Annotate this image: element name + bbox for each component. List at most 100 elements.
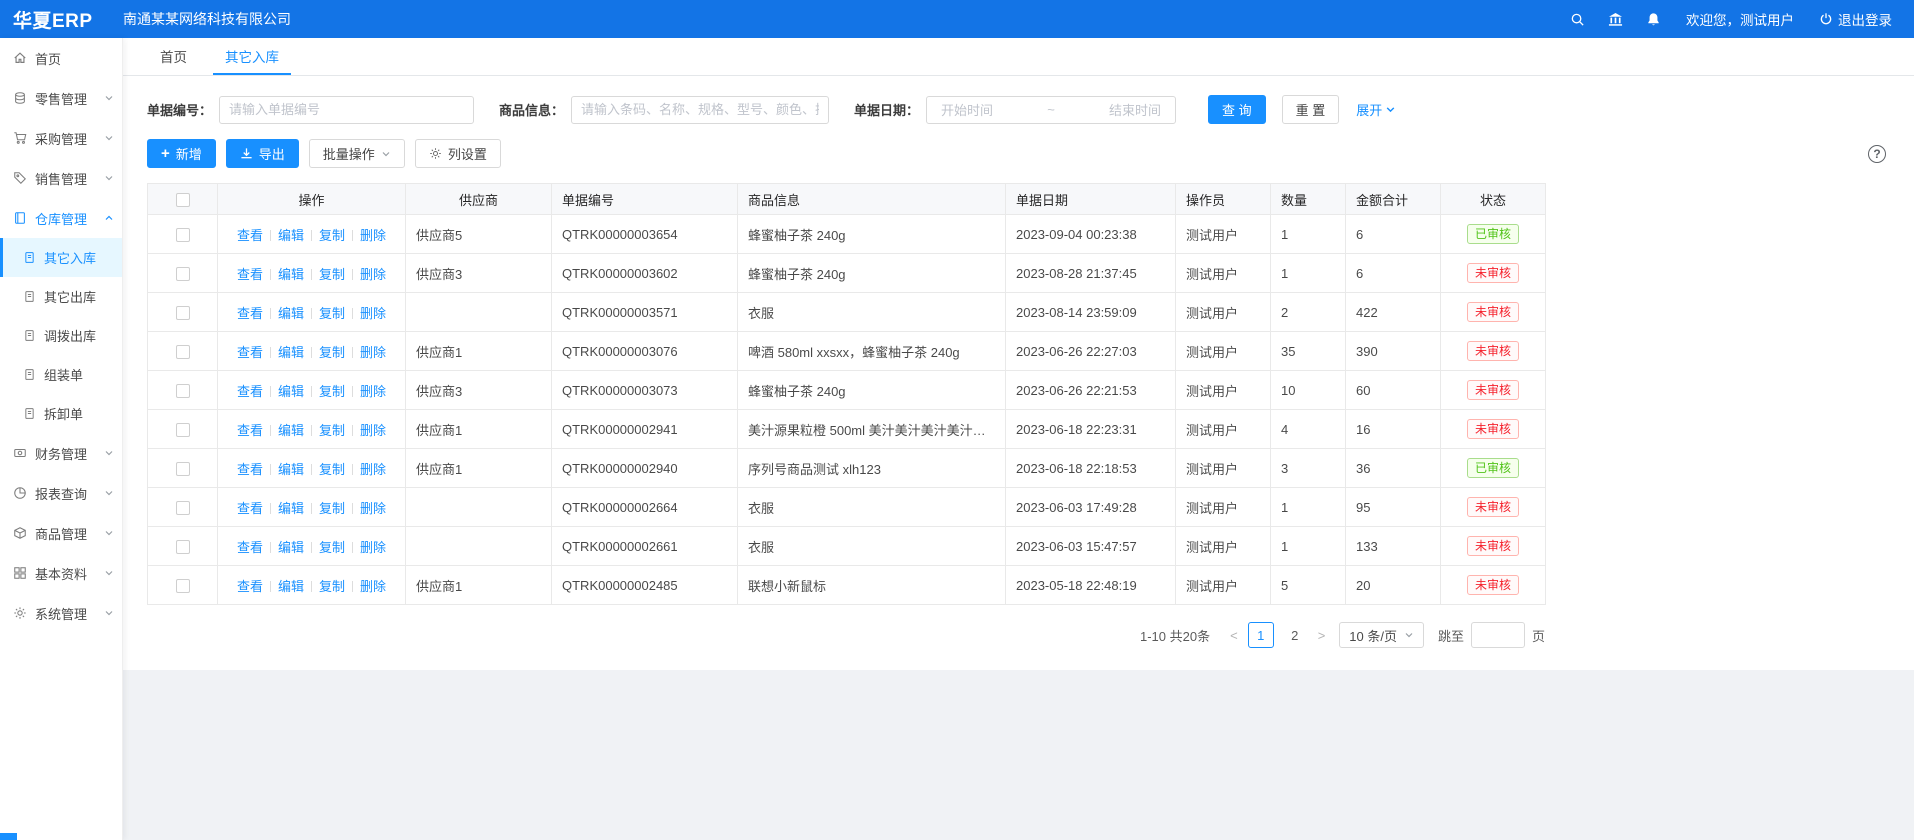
row-action-view[interactable]: 查看 — [237, 345, 263, 360]
sidebar-item-finance[interactable]: 财务管理 — [0, 433, 122, 473]
product-info-input[interactable] — [571, 96, 829, 124]
sidebar-item-system[interactable]: 系统管理 — [0, 593, 122, 633]
sidebar-item-home[interactable]: 首页 — [0, 38, 122, 78]
row-action-edit[interactable]: 编辑 — [278, 306, 304, 321]
sidebar-subitem-other-inbound[interactable]: 其它入库 — [0, 238, 122, 277]
page-1-button[interactable]: 1 — [1248, 622, 1274, 648]
row-action-edit[interactable]: 编辑 — [278, 384, 304, 399]
bell-icon[interactable] — [1646, 12, 1661, 27]
date-range-picker[interactable]: 开始时间 ~ 结束时间 — [926, 96, 1176, 124]
sidebar-item-products[interactable]: 商品管理 — [0, 513, 122, 553]
row-action-delete[interactable]: 删除 — [360, 462, 386, 477]
search-button[interactable]: 查 询 — [1208, 95, 1266, 124]
row-action-edit[interactable]: 编辑 — [278, 462, 304, 477]
reset-button[interactable]: 重 置 — [1282, 95, 1340, 124]
jump-page-input[interactable] — [1471, 622, 1525, 648]
row-action-copy[interactable]: 复制 — [319, 540, 345, 555]
row-action-view[interactable]: 查看 — [237, 579, 263, 594]
row-action-edit[interactable]: 编辑 — [278, 228, 304, 243]
row-checkbox[interactable] — [176, 267, 190, 281]
page-size-select[interactable]: 10 条/页 — [1339, 622, 1424, 648]
sidebar-subitem-disassembly[interactable]: 拆卸单 — [0, 394, 122, 433]
cell-status: 未审核 — [1441, 488, 1546, 527]
row-action-delete[interactable]: 删除 — [360, 228, 386, 243]
row-action-view[interactable]: 查看 — [237, 228, 263, 243]
page-background — [123, 670, 1914, 840]
row-checkbox[interactable] — [176, 579, 190, 593]
cell-operator: 测试用户 — [1176, 566, 1271, 605]
row-action-edit[interactable]: 编辑 — [278, 501, 304, 516]
row-action-view[interactable]: 查看 — [237, 462, 263, 477]
next-page-button[interactable]: > — [1318, 628, 1326, 643]
row-action-copy[interactable]: 复制 — [319, 345, 345, 360]
search-icon[interactable] — [1570, 12, 1585, 27]
sidebar-item-sales[interactable]: 销售管理 — [0, 158, 122, 198]
sidebar-subitem-transfer-out[interactable]: 调拨出库 — [0, 316, 122, 355]
sidebar-item-basic-data[interactable]: 基本资料 — [0, 553, 122, 593]
row-action-copy[interactable]: 复制 — [319, 267, 345, 282]
prev-page-button[interactable]: < — [1230, 628, 1238, 643]
action-divider — [270, 581, 271, 592]
row-action-copy[interactable]: 复制 — [319, 579, 345, 594]
row-action-copy[interactable]: 复制 — [319, 501, 345, 516]
help-icon[interactable]: ? — [1868, 145, 1886, 163]
row-checkbox[interactable] — [176, 501, 190, 515]
select-all-checkbox[interactable] — [176, 193, 190, 207]
row-checkbox[interactable] — [176, 540, 190, 554]
row-action-view[interactable]: 查看 — [237, 423, 263, 438]
row-action-delete[interactable]: 删除 — [360, 501, 386, 516]
add-button[interactable]: + 新增 — [147, 139, 216, 168]
export-button[interactable]: 导出 — [226, 139, 299, 168]
row-action-copy[interactable]: 复制 — [319, 384, 345, 399]
row-action-delete[interactable]: 删除 — [360, 345, 386, 360]
row-action-edit[interactable]: 编辑 — [278, 423, 304, 438]
cell-amount: 36 — [1346, 449, 1441, 488]
sidebar-item-purchase[interactable]: 采购管理 — [0, 118, 122, 158]
sidebar-subitem-other-outbound[interactable]: 其它出库 — [0, 277, 122, 316]
cell-doc-no: QTRK00000003073 — [552, 371, 738, 410]
sidebar-item-retail[interactable]: 零售管理 — [0, 78, 122, 118]
sidebar-subitem-assembly[interactable]: 组装单 — [0, 355, 122, 394]
row-checkbox[interactable] — [176, 423, 190, 437]
row-checkbox[interactable] — [176, 384, 190, 398]
row-action-edit[interactable]: 编辑 — [278, 579, 304, 594]
row-action-view[interactable]: 查看 — [237, 267, 263, 282]
doc-no-input[interactable] — [219, 96, 474, 124]
row-action-copy[interactable]: 复制 — [319, 228, 345, 243]
row-select-cell — [148, 254, 218, 293]
row-action-delete[interactable]: 删除 — [360, 384, 386, 399]
row-action-view[interactable]: 查看 — [237, 306, 263, 321]
batch-actions-button[interactable]: 批量操作 — [309, 139, 405, 168]
row-checkbox[interactable] — [176, 462, 190, 476]
row-action-delete[interactable]: 删除 — [360, 423, 386, 438]
row-action-copy[interactable]: 复制 — [319, 423, 345, 438]
logout-button[interactable]: 退出登录 — [1819, 9, 1892, 29]
page-2-button[interactable]: 2 — [1282, 622, 1308, 648]
row-action-edit[interactable]: 编辑 — [278, 345, 304, 360]
tab-other-inbound[interactable]: 其它入库 — [213, 38, 291, 75]
row-action-view[interactable]: 查看 — [237, 501, 263, 516]
expand-filters-link[interactable]: 展开 — [1356, 100, 1396, 119]
sidebar-item-warehouse[interactable]: 仓库管理 — [0, 198, 122, 238]
sidebar-item-label: 销售管理 — [35, 169, 104, 188]
sidebar-item-reports[interactable]: 报表查询 — [0, 473, 122, 513]
row-action-edit[interactable]: 编辑 — [278, 540, 304, 555]
row-checkbox[interactable] — [176, 306, 190, 320]
row-action-copy[interactable]: 复制 — [319, 462, 345, 477]
row-action-delete[interactable]: 删除 — [360, 540, 386, 555]
column-settings-button[interactable]: 列设置 — [415, 139, 501, 168]
table-row: 查看编辑复制删除供应商1QTRK00000003076啤酒 580ml xxsx… — [148, 332, 1546, 371]
row-action-view[interactable]: 查看 — [237, 384, 263, 399]
row-action-delete[interactable]: 删除 — [360, 267, 386, 282]
cell-doc-date: 2023-08-14 23:59:09 — [1006, 293, 1176, 332]
row-checkbox[interactable] — [176, 228, 190, 242]
row-action-copy[interactable]: 复制 — [319, 306, 345, 321]
tab-home[interactable]: 首页 — [148, 38, 199, 75]
filter-doc-date: 单据日期： 开始时间 ~ 结束时间 — [854, 96, 1176, 124]
row-action-edit[interactable]: 编辑 — [278, 267, 304, 282]
organization-icon[interactable] — [1608, 12, 1623, 27]
row-action-delete[interactable]: 删除 — [360, 306, 386, 321]
row-checkbox[interactable] — [176, 345, 190, 359]
row-action-view[interactable]: 查看 — [237, 540, 263, 555]
row-action-delete[interactable]: 删除 — [360, 579, 386, 594]
